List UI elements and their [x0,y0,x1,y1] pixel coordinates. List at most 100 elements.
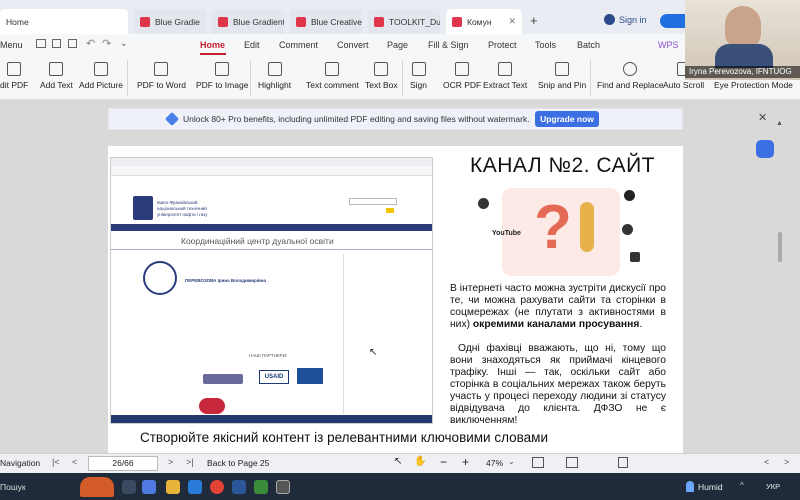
add-text-button[interactable]: Add Text [40,62,73,90]
tool-label: PDF to Image [196,80,249,90]
zoom-chevron-icon[interactable]: ⌄ [508,457,515,466]
fit-width-icon[interactable] [566,457,578,468]
tab-blue-gradie[interactable]: Blue Gradie ✕ [134,9,206,34]
snip-pin-button[interactable]: Snip and Pin [538,62,586,90]
question-mark-graphic: ? [534,193,572,262]
tool-label: OCR PDF [443,80,482,90]
media-player-icon[interactable] [276,480,290,494]
select-tool-icon[interactable]: ↖ [394,456,402,467]
save-icon[interactable] [52,39,61,48]
tool-label: PDF to Word [137,80,186,90]
ocr-icon [455,62,470,76]
tab-blue-creative[interactable]: Blue Creative [290,9,362,34]
divider [402,60,403,96]
partner-logo [297,368,323,384]
browser-tab-bar: Home Blue Gradie ✕ Blue Gradient Blue Cr… [0,0,800,34]
redo-icon[interactable]: ↷ [102,37,111,50]
chevron-down-icon[interactable]: ⌄ [120,38,128,49]
zoom-in-icon[interactable]: + [462,455,469,469]
floating-tool-button[interactable] [756,140,774,158]
scroll-up-icon[interactable]: ▲ [776,120,783,127]
zoom-level[interactable]: 47% [486,458,503,468]
search-highlight-graphic [80,477,114,497]
extract-text-button[interactable]: Extract Text [483,62,527,90]
upgrade-now-button[interactable]: Upgrade now [535,111,599,127]
navigation-button[interactable]: Navigation [0,458,40,468]
menu-batch[interactable]: Batch [577,40,600,50]
undo-icon[interactable]: ↶ [86,37,95,50]
taskbar-search[interactable]: Пошук [0,482,26,492]
highlight-button[interactable]: Highlight [258,62,291,90]
file-explorer-icon[interactable] [166,480,180,494]
presenter-body [715,44,773,68]
slide-bottom-heading: Створюйте якісний контент із релевантним… [140,430,548,445]
search-icon [623,62,638,76]
scroll-right-icon[interactable]: > [784,457,789,467]
menu-page[interactable]: Page [387,40,408,50]
menu-edit[interactable]: Edit [244,40,260,50]
task-view-icon[interactable] [122,480,136,494]
next-page-icon[interactable]: > [168,457,173,467]
prev-page-icon[interactable]: < [72,457,77,467]
pdf-icon [140,16,150,27]
find-replace-button[interactable]: Find and Replace [597,62,664,90]
menu-fill-sign[interactable]: Fill & Sign [428,40,469,50]
close-icon[interactable]: ✕ [508,16,516,27]
add-picture-button[interactable]: Add Picture [79,62,123,90]
wps-ai-button[interactable]: WPS [658,40,679,50]
partner-logo [203,374,243,384]
upgrade-pill[interactable] [660,14,686,28]
print-icon[interactable] [68,39,77,48]
hand-tool-icon[interactable]: ✋ [414,456,426,467]
edit-pdf-button[interactable]: dit PDF [0,62,28,90]
vertical-scrollbar[interactable] [778,232,782,262]
first-page-icon[interactable]: |< [52,457,60,467]
fit-page-icon[interactable] [532,457,544,468]
menu-protect[interactable]: Protect [488,40,517,50]
word-icon [154,62,169,76]
word-icon[interactable] [232,480,246,494]
tool-label: Highlight [258,80,292,90]
active-underline [200,53,226,55]
close-icon[interactable]: ✕ [205,16,206,27]
close-banner-icon[interactable]: ✕ [758,111,767,124]
ribbon-toolbar: dit PDF Add Text Add Picture PDF to Word… [0,56,800,100]
chrome-icon[interactable] [210,480,224,494]
web-partners-label: НАШІ ПАРТНЕРИ: [249,353,288,358]
tab-blue-gradient[interactable]: Blue Gradient [212,9,284,34]
sign-in-button[interactable]: Sign in [604,14,647,25]
pdf-to-word-button[interactable]: PDF to Word [137,62,186,90]
last-page-icon[interactable]: >| [186,457,194,467]
sign-button[interactable]: Sign [410,62,427,90]
diamond-icon [164,111,180,127]
menu-convert[interactable]: Convert [337,40,369,50]
user-icon [604,14,615,25]
back-to-page-link[interactable]: Back to Page 25 [207,458,269,468]
app-icon[interactable] [254,480,268,494]
export-icon[interactable] [618,457,628,468]
menu-comment[interactable]: Comment [279,40,318,50]
menu-home[interactable]: Home [200,40,225,50]
widgets-icon[interactable] [142,480,156,494]
menu-tools[interactable]: Tools [535,40,556,50]
picture-icon [93,62,108,76]
tray-chevron-icon[interactable]: ^ [740,481,744,490]
menu-button[interactable]: Menu [0,40,23,50]
text-box-button[interactable]: Text Box [365,62,398,90]
new-tab-button[interactable]: + [530,13,538,28]
tab-komun[interactable]: Комун ✕ [446,9,522,34]
language-indicator[interactable]: УКР [766,482,780,491]
tab-home[interactable]: Home [0,9,128,34]
ocr-pdf-button[interactable]: OCR PDF [443,62,481,90]
linkedin-icon [630,252,640,262]
status-bar: Navigation |< < 26/66 > >| Back to Page … [0,453,800,473]
folder-icon[interactable] [36,39,46,48]
tab-toolkit[interactable]: TOOLKIT_Duali [368,9,440,34]
paragraph-bold-text: окремими каналами просування [472,319,640,330]
pdf-to-image-button[interactable]: PDF to Image [196,62,248,90]
page-number-input[interactable]: 26/66 [88,456,158,471]
scroll-left-icon[interactable]: < [764,457,769,467]
zoom-out-icon[interactable]: − [440,455,447,469]
text-comment-button[interactable]: Text comment [306,62,359,90]
edge-icon[interactable] [188,480,202,494]
